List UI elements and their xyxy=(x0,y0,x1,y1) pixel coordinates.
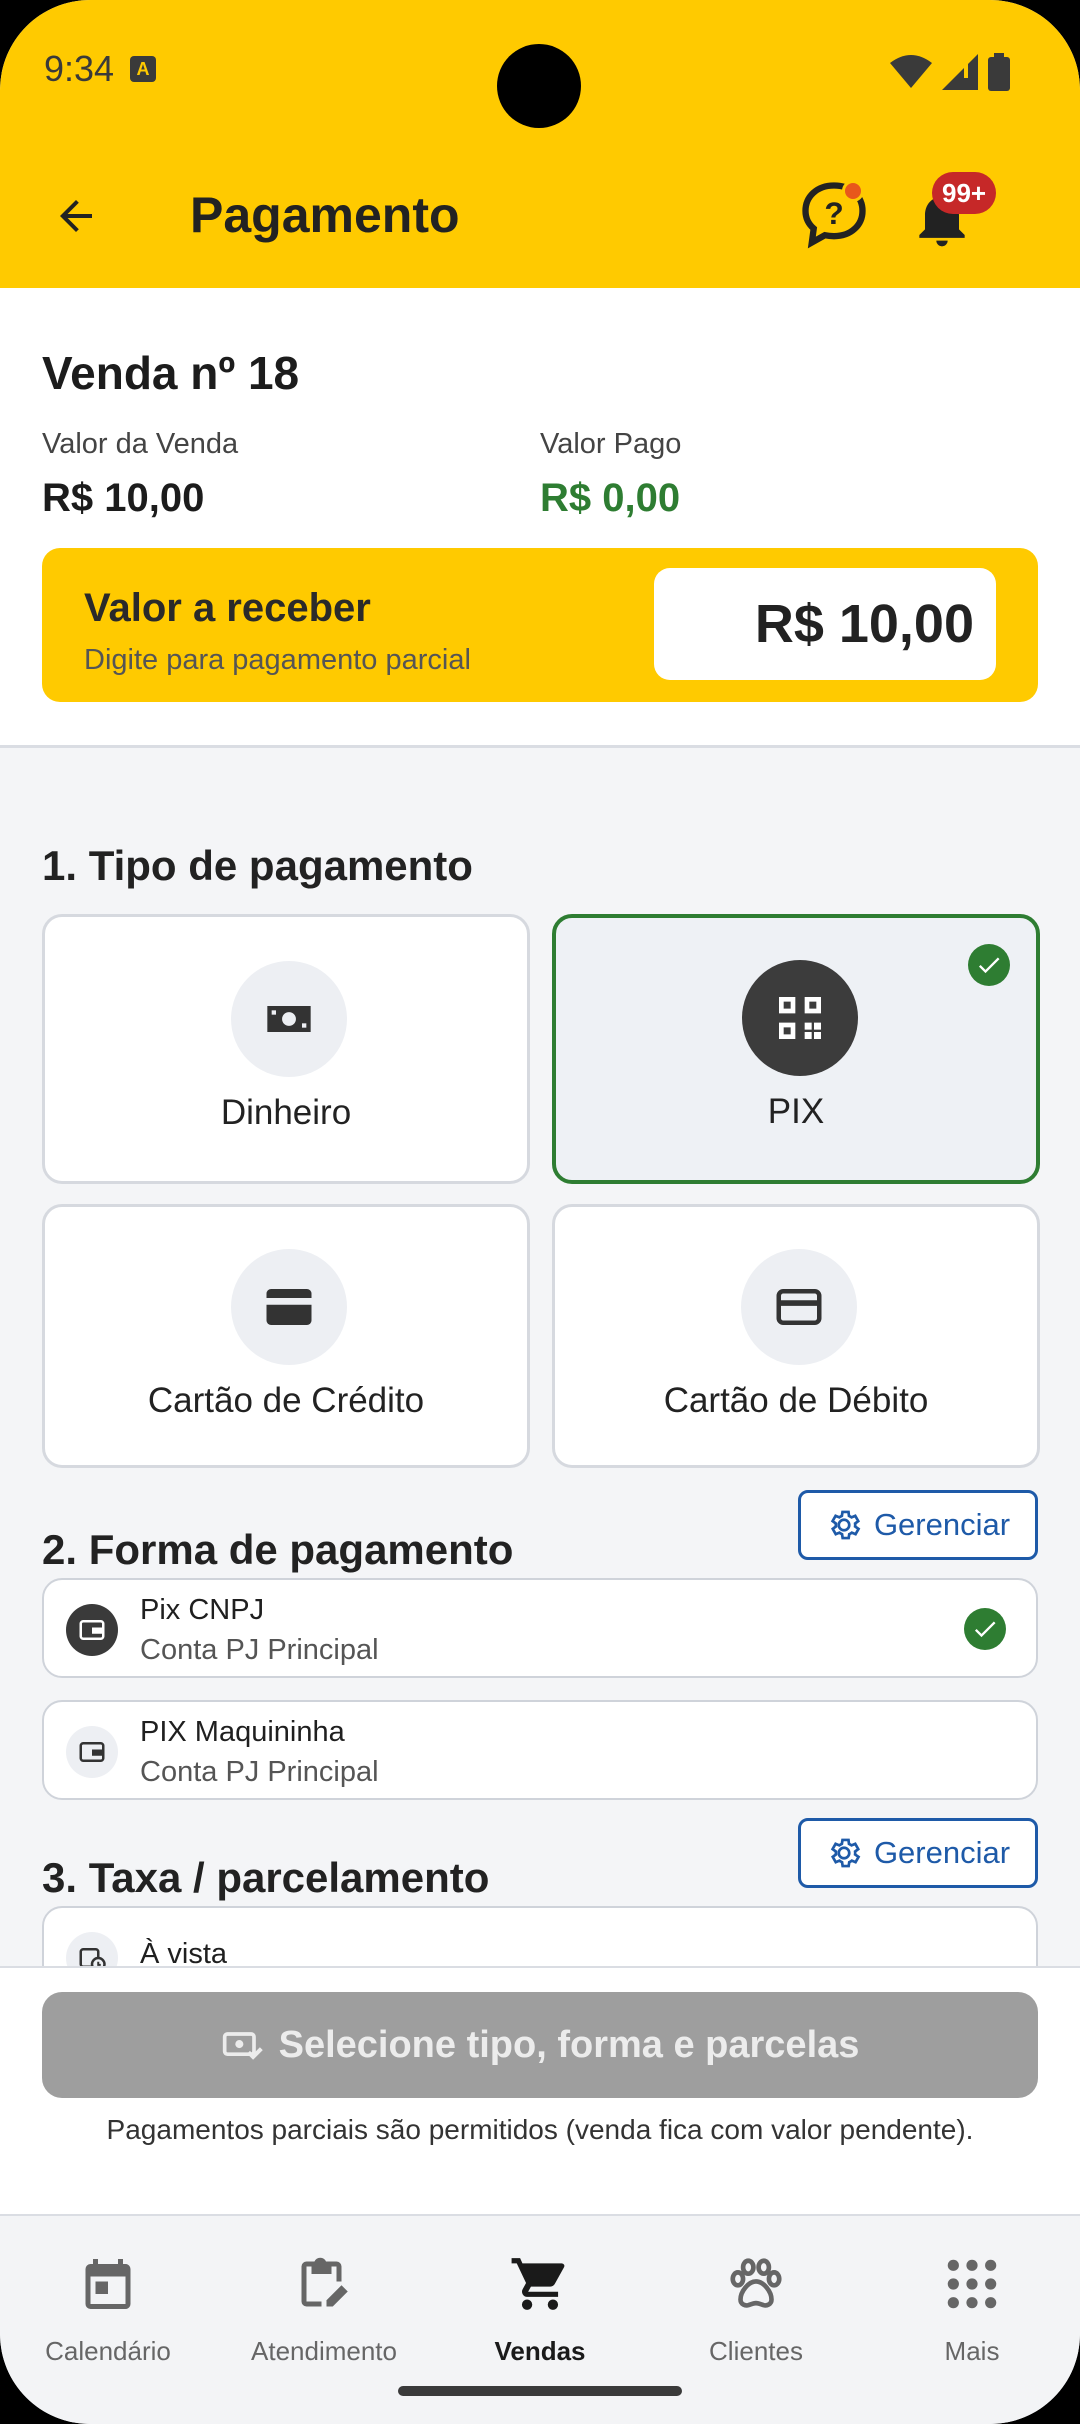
app-header: 9:34 A Pagamento ? 99+ xyxy=(0,0,1080,288)
payment-method-pix-maquininha[interactable]: PIX Maquininha Conta PJ Principal xyxy=(42,1700,1038,1800)
nav-item-vendas[interactable]: Vendas xyxy=(432,2236,648,2376)
clipboard-edit-icon xyxy=(288,2248,360,2320)
nav-label: Mais xyxy=(944,2336,1000,2366)
selected-check-icon xyxy=(968,944,1010,986)
payment-type-label: Cartão de Crédito xyxy=(147,1381,425,1420)
cart-icon xyxy=(504,2248,576,2320)
payment-type-label: Dinheiro xyxy=(220,1093,352,1132)
debit-card-icon xyxy=(741,1249,857,1365)
method-name: PIX Maquininha xyxy=(140,1716,345,1748)
action-footer: Selecione tipo, forma e parcelas Pagamen… xyxy=(0,1966,1080,2214)
nav-label: Vendas xyxy=(494,2336,586,2366)
method-account: Conta PJ Principal xyxy=(140,1756,379,1788)
sale-summary: Venda nº 18 Valor da Venda R$ 10,00 Valo… xyxy=(0,288,1080,748)
paw-icon xyxy=(720,2248,792,2320)
payment-form: 1. Tipo de pagamento Dinheiro PIX Cartão… xyxy=(0,748,1080,1968)
installments-title: 3. Taxa / parcelamento xyxy=(42,1854,490,1901)
gear-icon xyxy=(830,1510,861,1540)
home-indicator[interactable] xyxy=(398,2386,682,2396)
confirm-label: Selecione tipo, forma e parcelas xyxy=(278,2023,860,2066)
amount-to-receive-box: Valor a receber Digite para pagamento pa… xyxy=(42,548,1038,702)
paid-value: R$ 0,00 xyxy=(540,476,681,520)
method-name: Pix CNPJ xyxy=(140,1594,265,1626)
status-icons xyxy=(890,52,1010,92)
nav-label: Calendário xyxy=(45,2336,171,2366)
phone-screen: 9:34 A Pagamento ? 99+ Venda nº 18 Valor… xyxy=(0,0,1080,2424)
nav-item-atendimento[interactable]: Atendimento xyxy=(216,2236,432,2376)
help-unread-dot xyxy=(842,180,864,202)
payment-type-label: Cartão de Débito xyxy=(663,1381,929,1420)
partial-payment-note: Pagamentos parciais são permitidos (vend… xyxy=(106,2114,974,2145)
camera-cutout xyxy=(497,44,581,128)
nav-item-clientes[interactable]: Clientes xyxy=(648,2236,864,2376)
installment-name: À vista xyxy=(140,1938,228,1968)
nav-label: Atendimento xyxy=(251,2336,397,2366)
calendar-clock-icon xyxy=(66,1932,118,1968)
selected-check-icon xyxy=(964,1608,1006,1650)
manage-label: Gerenciar xyxy=(873,1835,1011,1870)
payment-type-credit-card[interactable]: Cartão de Crédito xyxy=(42,1204,530,1468)
arrow-left-icon xyxy=(60,200,92,232)
cash-icon xyxy=(231,961,347,1077)
receive-title: Valor a receber xyxy=(84,586,371,630)
wallet-icon xyxy=(66,1726,118,1778)
manage-label: Gerenciar xyxy=(873,1507,1011,1542)
amount-input[interactable]: R$ 10,00 xyxy=(654,568,996,680)
manage-methods-button[interactable]: Gerenciar xyxy=(798,1490,1038,1560)
paid-value-label: Valor Pago xyxy=(540,428,682,460)
wallet-icon xyxy=(66,1604,118,1656)
notification-count-badge: 99+ xyxy=(932,172,997,214)
svg-text:?: ? xyxy=(824,195,843,231)
calendar-icon xyxy=(72,2248,144,2320)
page-title: Pagamento xyxy=(190,187,460,243)
notification-a-icon: A xyxy=(130,56,156,82)
payment-check-icon xyxy=(222,2032,263,2060)
qr-code-icon xyxy=(742,960,858,1076)
payment-type-label: PIX xyxy=(767,1092,825,1131)
sale-title: Venda nº 18 xyxy=(42,347,300,399)
credit-card-icon xyxy=(231,1249,347,1365)
method-account: Conta PJ Principal xyxy=(140,1634,379,1666)
payment-type-debit-card[interactable]: Cartão de Débito xyxy=(552,1204,1040,1468)
payment-type-title: 1. Tipo de pagamento xyxy=(42,842,473,889)
nav-label: Clientes xyxy=(709,2336,803,2366)
installment-option-a-vista[interactable]: À vista xyxy=(42,1906,1038,1968)
gear-icon xyxy=(830,1838,861,1868)
receive-hint: Digite para pagamento parcial xyxy=(84,644,471,676)
wifi-icon xyxy=(890,55,932,88)
payment-type-cash[interactable]: Dinheiro xyxy=(42,914,530,1184)
sale-value: R$ 10,00 xyxy=(42,476,205,520)
nav-item-calendario[interactable]: Calendário xyxy=(0,2236,216,2376)
nav-item-mais[interactable]: Mais xyxy=(864,2236,1080,2376)
payment-type-pix[interactable]: PIX xyxy=(552,914,1040,1184)
confirm-payment-button[interactable]: Selecione tipo, forma e parcelas xyxy=(42,1992,1038,2098)
sale-value-label: Valor da Venda xyxy=(42,428,239,460)
status-time: 9:34 xyxy=(44,48,115,89)
manage-installments-button[interactable]: Gerenciar xyxy=(798,1818,1038,1888)
payment-method-pix-cnpj[interactable]: Pix CNPJ Conta PJ Principal xyxy=(42,1578,1038,1678)
apps-grid-icon xyxy=(936,2248,1008,2320)
payment-method-title: 2. Forma de pagamento xyxy=(42,1526,514,1573)
battery-icon xyxy=(988,53,1010,91)
back-button[interactable] xyxy=(40,180,112,252)
signal-icon xyxy=(942,54,978,90)
